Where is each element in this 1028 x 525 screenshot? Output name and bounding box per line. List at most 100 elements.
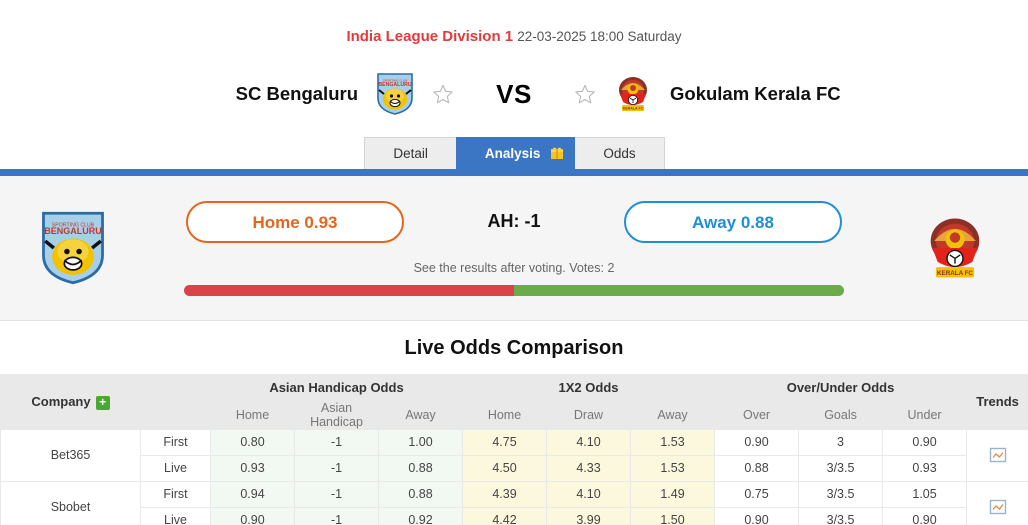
tab-bar: Detail Analysis Odds	[0, 135, 1028, 169]
ou-over-value: 0.75	[714, 480, 800, 508]
vote-away-crest-icon: KERALA FC	[922, 209, 988, 287]
x2-draw-value: 3.99	[546, 506, 631, 525]
asian-handicap-group-header: Asian Handicap Odds	[210, 374, 463, 401]
x2-away-subheader: Away	[629, 400, 716, 430]
ah-line-subheader: Asian Handicap	[294, 400, 379, 430]
ou-goals-value: 3/3.5	[798, 454, 884, 482]
vote-bar-home-portion	[184, 284, 514, 296]
vote-home-button[interactable]: Home 0.93	[186, 200, 404, 243]
teams-row: SC Bengaluru SPORTING CLUB BENGALURU VS …	[0, 63, 1028, 125]
line-chart-icon[interactable]	[989, 498, 1007, 516]
league-line: India League Division 1 22-03-2025 18:00…	[0, 28, 1028, 45]
ou-goals-subheader: Goals	[798, 400, 884, 430]
vote-panel: SPORTING CLUB BENGALURU Home 0.93 AH: -1…	[0, 176, 1028, 321]
company-name[interactable]: Bet365	[0, 428, 141, 482]
tab-detail[interactable]: Detail	[364, 137, 457, 169]
gokulam-kerala-crest-icon: KERALA FC	[614, 72, 652, 116]
x2-home-value: 4.42	[462, 506, 547, 525]
away-team-name[interactable]: Gokulam Kerala FC	[670, 83, 841, 105]
home-favorite-star-icon[interactable]	[432, 83, 454, 105]
ah-home-value: 0.93	[210, 454, 295, 482]
x2-away-value: 1.50	[629, 506, 716, 525]
ah-home-value: 0.94	[210, 480, 295, 508]
x2-away-value: 1.53	[629, 428, 716, 456]
vote-away-button[interactable]: Away 0.88	[624, 200, 842, 243]
live-odds-table: Company + Asian Handicap Odds 1X2 Odds Ov…	[0, 374, 1028, 525]
x2-draw-value: 4.10	[546, 480, 631, 508]
period-label: Live	[140, 454, 211, 482]
x2-draw-subheader: Draw	[546, 400, 631, 430]
ou-goals-value: 3/3.5	[798, 506, 884, 525]
ah-line-value: -1	[294, 506, 379, 525]
vote-note: See the results after voting. Votes: 2	[413, 260, 615, 275]
ou-over-subheader: Over	[714, 400, 800, 430]
tab-analysis[interactable]: Analysis	[455, 137, 576, 169]
ou-under-value: 0.93	[882, 454, 968, 482]
ah-away-value: 0.88	[378, 454, 463, 482]
sc-bengaluru-crest-icon: SPORTING CLUB BENGALURU	[376, 72, 414, 116]
company-header[interactable]: Company +	[0, 374, 141, 429]
svg-text:KERALA FC: KERALA FC	[937, 270, 973, 277]
away-favorite-star-icon[interactable]	[574, 83, 596, 105]
ou-goals-value: 3/3.5	[798, 480, 884, 508]
ah-line-value: -1	[294, 480, 379, 508]
trend-cell[interactable]	[966, 428, 1028, 482]
ou-under-value: 0.90	[882, 428, 968, 456]
x2-home-value: 4.50	[462, 454, 547, 482]
period-label: First	[140, 480, 211, 508]
gift-icon	[550, 140, 564, 159]
tab-accent-bar	[0, 169, 1028, 176]
company-name[interactable]: Sbobet	[0, 480, 141, 525]
ou-under-subheader: Under	[882, 400, 968, 430]
plus-icon[interactable]: +	[95, 395, 110, 410]
asian-handicap-label: AH: -1	[487, 211, 541, 231]
ou-under-value: 1.05	[882, 480, 968, 508]
svg-text:BENGALURU: BENGALURU	[44, 226, 102, 236]
vote-bar-away-portion	[514, 284, 844, 296]
tab-analysis-label: Analysis	[484, 146, 541, 161]
1x2-group-header: 1X2 Odds	[461, 374, 716, 401]
x2-away-value: 1.49	[629, 480, 716, 508]
period-header	[140, 374, 211, 429]
ah-line-value: -1	[294, 428, 379, 456]
table-row[interactable]: Live 0.90 -1 0.92 4.42 3.99 1.50 0.90 3/…	[1, 506, 1028, 525]
table-body: Bet365 First 0.80 -1 1.00 4.75 4.10 1.53…	[0, 428, 1028, 525]
vote-result-bar	[184, 284, 844, 296]
table-head: Company + Asian Handicap Odds 1X2 Odds Ov…	[0, 374, 1028, 430]
period-label: First	[140, 428, 211, 456]
x2-home-subheader: Home	[462, 400, 547, 430]
ou-over-value: 0.88	[714, 454, 800, 482]
home-team-name[interactable]: SC Bengaluru	[236, 83, 358, 105]
ah-away-value: 1.00	[378, 428, 463, 456]
ah-home-value: 0.80	[210, 428, 295, 456]
x2-away-value: 1.53	[629, 454, 716, 482]
ou-under-value: 0.90	[882, 506, 968, 525]
period-label: Live	[140, 506, 211, 525]
table-group-header-row: Company + Asian Handicap Odds 1X2 Odds Ov…	[0, 374, 1028, 429]
x2-home-value: 4.75	[462, 428, 547, 456]
vote-center: Home 0.93 AH: -1 Away 0.88 See the resul…	[106, 200, 922, 296]
table-row[interactable]: Live 0.93 -1 0.88 4.50 4.33 1.53 0.88 3/…	[1, 454, 1028, 482]
away-team-block: KERALA FC Gokulam Kerala FC	[574, 72, 964, 116]
svg-text:BENGALURU: BENGALURU	[378, 82, 411, 88]
ah-away-subheader: Away	[378, 400, 463, 430]
match-datetime: 22-03-2025 18:00 Saturday	[517, 29, 682, 44]
company-header-label: Company	[31, 393, 91, 409]
table-row[interactable]: Bet365 First 0.80 -1 1.00 4.75 4.10 1.53…	[0, 428, 1028, 482]
ah-line-value: -1	[294, 454, 379, 482]
trends-header: Trends	[966, 374, 1028, 429]
vs-label: VS	[496, 78, 532, 109]
line-chart-icon[interactable]	[989, 446, 1007, 464]
tab-odds[interactable]: Odds	[574, 137, 665, 169]
ou-over-value: 0.90	[714, 428, 800, 456]
ou-goals-value: 3	[798, 428, 884, 456]
match-header: India League Division 1 22-03-2025 18:00…	[0, 0, 1028, 125]
ah-home-value: 0.90	[210, 506, 295, 525]
league-name[interactable]: India League Division 1	[346, 28, 513, 45]
ou-over-value: 0.90	[714, 506, 800, 525]
trend-cell[interactable]	[966, 480, 1028, 525]
ah-away-value: 0.92	[378, 506, 463, 525]
tab-odds-label: Odds	[603, 146, 636, 161]
x2-draw-value: 4.33	[546, 454, 631, 482]
table-row[interactable]: Sbobet First 0.94 -1 0.88 4.39 4.10 1.49…	[0, 480, 1028, 525]
